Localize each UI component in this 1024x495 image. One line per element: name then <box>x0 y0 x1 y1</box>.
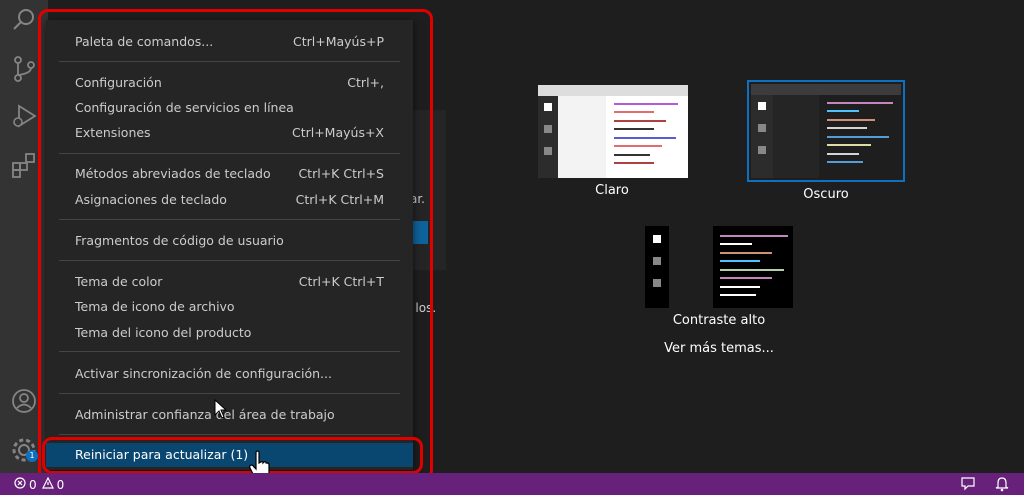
run-debug-icon[interactable] <box>10 103 38 131</box>
hc-theme-sidebar <box>645 226 669 308</box>
error-count: 0 <box>29 477 37 492</box>
arrow-cursor-icon <box>214 398 228 423</box>
dark-theme-thumbnail <box>751 84 901 178</box>
highlight-menu-box <box>38 9 433 480</box>
warning-count: 0 <box>56 477 65 492</box>
theme-label-high-contrast: Contraste alto <box>672 313 766 328</box>
feedback-icon[interactable] <box>960 476 976 495</box>
highlight-restart-box <box>42 437 423 474</box>
hc-theme-editor <box>713 226 793 308</box>
warning-icon <box>41 476 54 492</box>
notification-badge: 1 <box>26 450 38 462</box>
problems-status[interactable]: 0 0 <box>14 476 65 492</box>
error-icon <box>14 477 26 492</box>
theme-label-dark: Oscuro <box>803 187 849 202</box>
light-theme-thumbnail <box>538 85 688 178</box>
more-themes-link[interactable]: Ver más temas... <box>639 341 799 356</box>
status-bar: 0 0 <box>0 473 1024 495</box>
theme-label-light: Claro <box>595 183 629 198</box>
extensions-icon[interactable] <box>10 151 38 179</box>
source-control-icon[interactable] <box>10 55 38 83</box>
search-icon[interactable] <box>10 6 38 34</box>
notifications-bell-icon[interactable] <box>994 476 1010 495</box>
account-icon[interactable] <box>10 387 38 415</box>
